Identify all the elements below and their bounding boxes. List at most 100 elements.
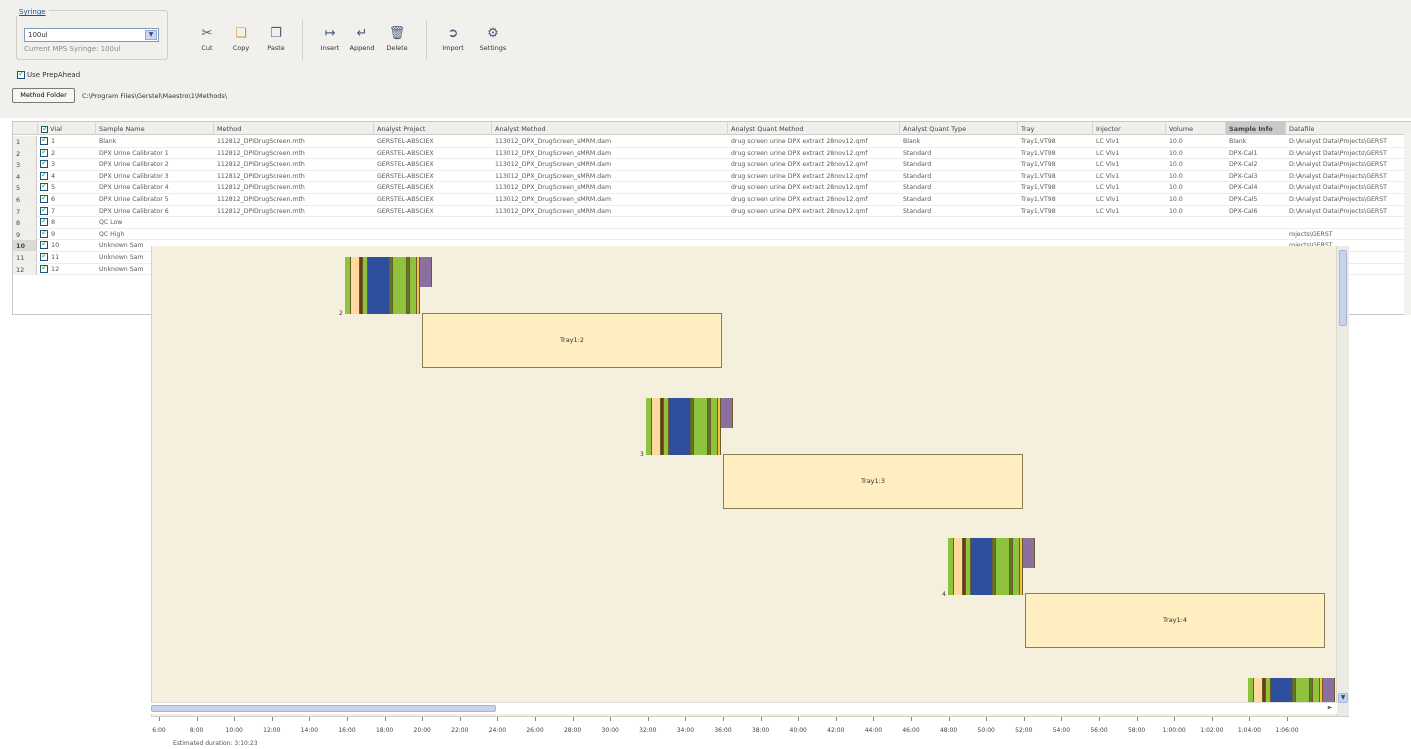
analyst-method-cell[interactable]: 113012_DPX_DrugScreen_sMRM.dam bbox=[492, 206, 728, 217]
volume-cell[interactable]: 10.0 bbox=[1166, 206, 1226, 217]
row-number[interactable]: 12 bbox=[13, 263, 37, 275]
method-cell[interactable]: 112812_DPIDrugScreen.mth bbox=[214, 136, 374, 147]
tray-cell[interactable]: Tray1,VT98 bbox=[1018, 182, 1093, 193]
chevron-right-icon[interactable]: ► bbox=[1325, 704, 1335, 713]
volume-cell[interactable] bbox=[1166, 229, 1226, 240]
sample-info-cell[interactable]: DPX-Cal4 bbox=[1226, 182, 1286, 193]
paste-button[interactable]: ❐ Paste bbox=[261, 27, 291, 57]
tray-task-bar[interactable]: Tray1:4 bbox=[1025, 593, 1325, 648]
row-number[interactable]: 5 bbox=[13, 182, 37, 194]
quant-type-cell[interactable]: Blank bbox=[900, 136, 1018, 147]
settings-button[interactable]: ⚙ Settings bbox=[478, 27, 508, 57]
vial-cell[interactable]: 1 bbox=[40, 135, 55, 147]
injector-cell[interactable] bbox=[1093, 217, 1166, 228]
quant-method-cell[interactable]: drug screen urine DPX extract 28nov12.qm… bbox=[728, 136, 900, 147]
vial-cell[interactable]: 8 bbox=[40, 216, 55, 228]
tray-cell[interactable]: Tray1,VT98 bbox=[1018, 206, 1093, 217]
sample-name-cell[interactable]: DPX Urine Calibrator 3 bbox=[96, 171, 214, 182]
checkbox-checked-icon[interactable] bbox=[40, 239, 48, 250]
datafile-cell[interactable]: D:\Analyst Data\Projects\GERST bbox=[1286, 136, 1411, 147]
checkbox-checked-icon[interactable] bbox=[40, 251, 48, 261]
method-folder-button[interactable]: Method Folder bbox=[12, 88, 75, 103]
row-number[interactable]: 9 bbox=[13, 228, 37, 240]
datafile-cell[interactable]: D:\Analyst Data\Projects\GERST bbox=[1286, 206, 1411, 217]
table-row[interactable]: 4 4 DPX Urine Calibrator 3112812_DPIDrugSc… bbox=[13, 170, 1411, 183]
column-header-injector[interactable]: Injector bbox=[1093, 122, 1166, 135]
injector-cell[interactable]: LC Vlv1 bbox=[1093, 206, 1166, 217]
vial-cell[interactable]: 3 bbox=[40, 158, 55, 170]
quant-type-cell[interactable]: Standard bbox=[900, 194, 1018, 205]
column-header-sample-name[interactable]: Sample Name bbox=[96, 122, 214, 135]
volume-cell[interactable]: 10.0 bbox=[1166, 194, 1226, 205]
analyst-project-cell[interactable] bbox=[374, 217, 492, 228]
quant-method-cell[interactable]: drug screen urine DPX extract 28nov12.qm… bbox=[728, 206, 900, 217]
sample-info-cell[interactable]: DPX-Cal3 bbox=[1226, 171, 1286, 182]
tray-cell[interactable]: Tray1,VT98 bbox=[1018, 194, 1093, 205]
column-header-vial[interactable]: Vial bbox=[38, 122, 96, 135]
row-number[interactable]: 4 bbox=[13, 170, 37, 182]
injector-cell[interactable] bbox=[1093, 229, 1166, 240]
delete-button[interactable]: 🗑 Delete bbox=[382, 27, 412, 57]
checkbox-checked-icon[interactable] bbox=[40, 181, 48, 192]
quant-method-cell[interactable]: drug screen urine DPX extract 28nov12.qm… bbox=[728, 159, 900, 170]
analyst-method-cell[interactable]: 113012_DPX_DrugScreen_sMRM.dam bbox=[492, 171, 728, 182]
analyst-method-cell[interactable] bbox=[492, 229, 728, 240]
copy-button[interactable]: ❏ Copy bbox=[226, 27, 256, 57]
timeline-vertical-scrollbar[interactable]: ▼ bbox=[1336, 246, 1349, 716]
method-cell[interactable]: 112812_DPIDrugScreen.mth bbox=[214, 159, 374, 170]
tray-cell[interactable]: Tray1,VT98 bbox=[1018, 159, 1093, 170]
checkbox-checked-icon[interactable] bbox=[41, 124, 49, 133]
column-header-quant-type[interactable]: Analyst Quant Type bbox=[900, 122, 1018, 135]
table-row[interactable]: 9 9 QC High rojects\GERST bbox=[13, 228, 1411, 241]
syringe-select[interactable]: 100ul ▼ bbox=[24, 28, 159, 42]
quant-method-cell[interactable]: drug screen urine DPX extract 28nov12.qm… bbox=[728, 171, 900, 182]
row-number[interactable]: 3 bbox=[13, 159, 37, 171]
sample-name-cell[interactable]: Blank bbox=[96, 136, 214, 147]
method-cell[interactable]: 112812_DPIDrugScreen.mth bbox=[214, 148, 374, 159]
analyst-project-cell[interactable] bbox=[374, 229, 492, 240]
scrollbar-thumb[interactable] bbox=[1339, 250, 1347, 326]
sample-info-cell[interactable] bbox=[1226, 217, 1286, 228]
checkbox-checked-icon[interactable] bbox=[40, 263, 48, 273]
vial-cell[interactable]: 2 bbox=[40, 147, 55, 159]
method-cell[interactable]: 112812_DPIDrugScreen.mth bbox=[214, 182, 374, 193]
datafile-cell[interactable] bbox=[1286, 217, 1411, 228]
quant-type-cell[interactable]: Standard bbox=[900, 182, 1018, 193]
vial-cell[interactable]: 9 bbox=[40, 228, 55, 240]
volume-cell[interactable]: 10.0 bbox=[1166, 171, 1226, 182]
datafile-cell[interactable]: D:\Analyst Data\Projects\GERST bbox=[1286, 194, 1411, 205]
volume-cell[interactable]: 10.0 bbox=[1166, 159, 1226, 170]
table-row[interactable]: 5 5 DPX Urine Calibrator 4112812_DPIDrugSc… bbox=[13, 181, 1411, 194]
volume-cell[interactable]: 10.0 bbox=[1166, 136, 1226, 147]
analyst-project-cell[interactable]: GERSTEL-ABSCIEX bbox=[374, 136, 492, 147]
scrollbar-thumb[interactable] bbox=[151, 705, 496, 712]
cut-button[interactable]: ✂ Cut bbox=[192, 27, 222, 57]
vial-cell[interactable]: 6 bbox=[40, 193, 55, 205]
quant-type-cell[interactable]: Standard bbox=[900, 159, 1018, 170]
volume-cell[interactable]: 10.0 bbox=[1166, 182, 1226, 193]
checkbox-checked-icon[interactable] bbox=[40, 147, 48, 157]
row-number[interactable]: 10 bbox=[13, 240, 37, 252]
quant-type-cell[interactable]: Standard bbox=[900, 206, 1018, 217]
column-header-analyst-method[interactable]: Analyst Method bbox=[492, 122, 728, 135]
table-row[interactable]: 2 2 DPX Urine Calibrator 1112812_DPIDrugSc… bbox=[13, 147, 1411, 160]
column-header-volume[interactable]: Volume bbox=[1166, 122, 1226, 135]
sample-name-cell[interactable]: DPX Urine Calibrator 4 bbox=[96, 182, 214, 193]
quant-type-cell[interactable]: Standard bbox=[900, 171, 1018, 182]
checkbox-checked-icon[interactable] bbox=[40, 228, 48, 238]
quant-type-cell[interactable] bbox=[900, 229, 1018, 240]
injector-cell[interactable]: LC Vlv1 bbox=[1093, 171, 1166, 182]
vial-cell[interactable]: 11 bbox=[40, 251, 59, 263]
sample-info-cell[interactable] bbox=[1226, 229, 1286, 240]
analyst-project-cell[interactable]: GERSTEL-ABSCIEX bbox=[374, 148, 492, 159]
column-header-analyst-project[interactable]: Analyst Project bbox=[374, 122, 492, 135]
table-row[interactable]: 3 3 DPX Urine Calibrator 2112812_DPIDrugSc… bbox=[13, 158, 1411, 171]
append-button[interactable]: ↵ Append bbox=[347, 27, 377, 57]
sample-info-cell[interactable]: DPX-Cal1 bbox=[1226, 148, 1286, 159]
sample-name-cell[interactable]: DPX Urine Calibrator 2 bbox=[96, 159, 214, 170]
column-header-method[interactable]: Method bbox=[214, 122, 374, 135]
method-cell[interactable] bbox=[214, 217, 374, 228]
import-button[interactable]: ➲ Import bbox=[438, 27, 468, 57]
row-number[interactable]: 6 bbox=[13, 194, 37, 205]
row-number[interactable]: 8 bbox=[13, 217, 37, 229]
